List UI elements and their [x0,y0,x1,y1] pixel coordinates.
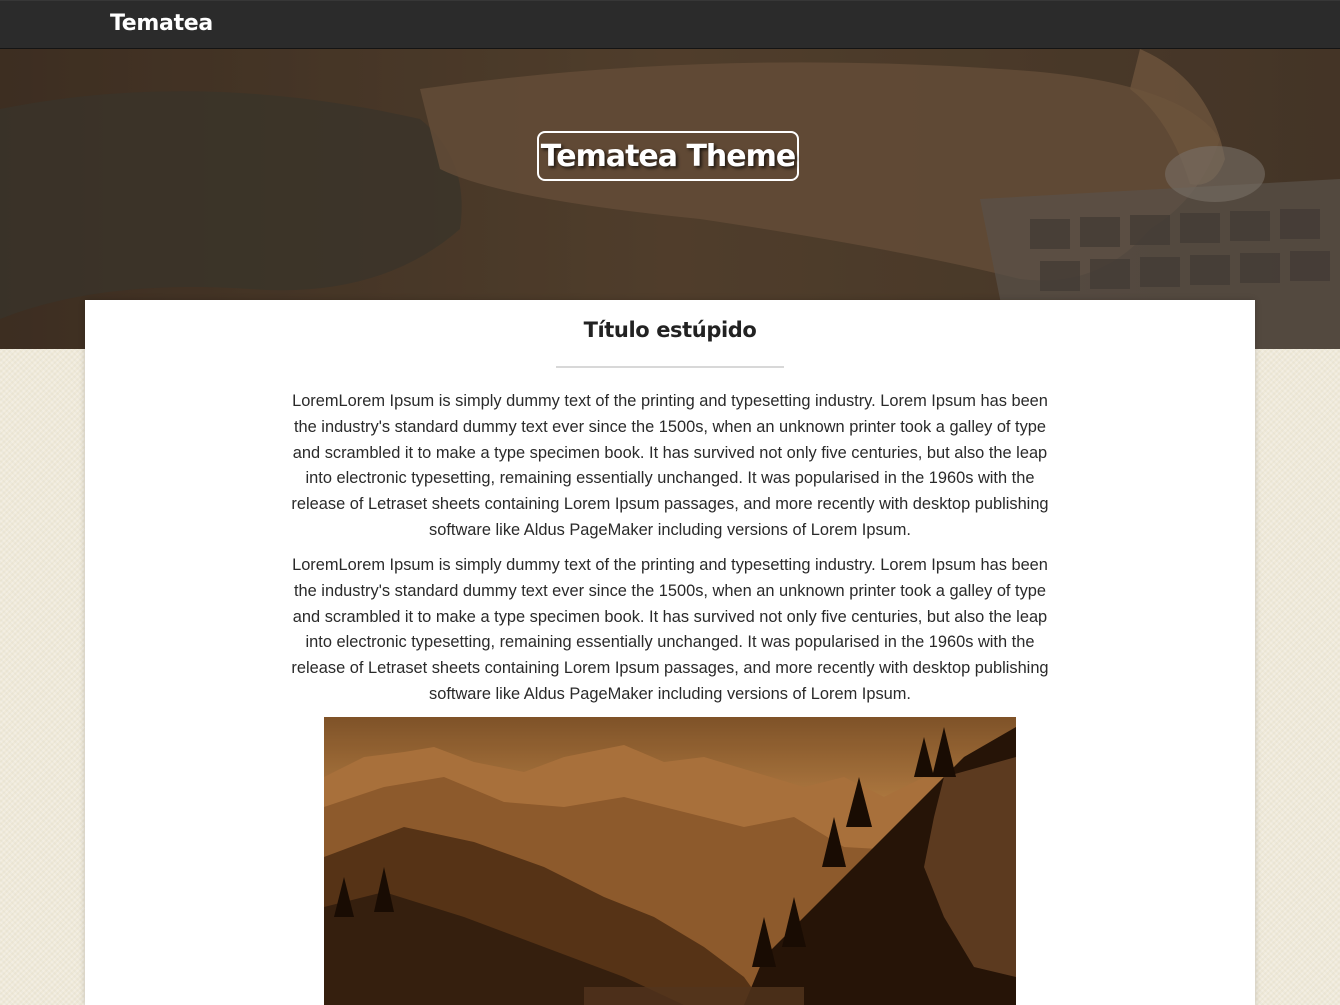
brand-link[interactable]: Tematea [110,10,213,38]
mountain-landscape-image [324,717,1016,1005]
top-navbar: Tematea [0,0,1340,49]
body-paragraph: LoremLorem Ipsum is simply dummy text of… [291,392,1049,539]
section-title: Título estúpido [583,318,757,342]
hero-title: Tematea Theme [537,131,799,181]
content-card: Título estúpido LoremLorem Ipsum is simp… [85,300,1255,1005]
body-paragraph: LoremLorem Ipsum is simply dummy text of… [291,556,1049,703]
title-divider [556,366,784,368]
